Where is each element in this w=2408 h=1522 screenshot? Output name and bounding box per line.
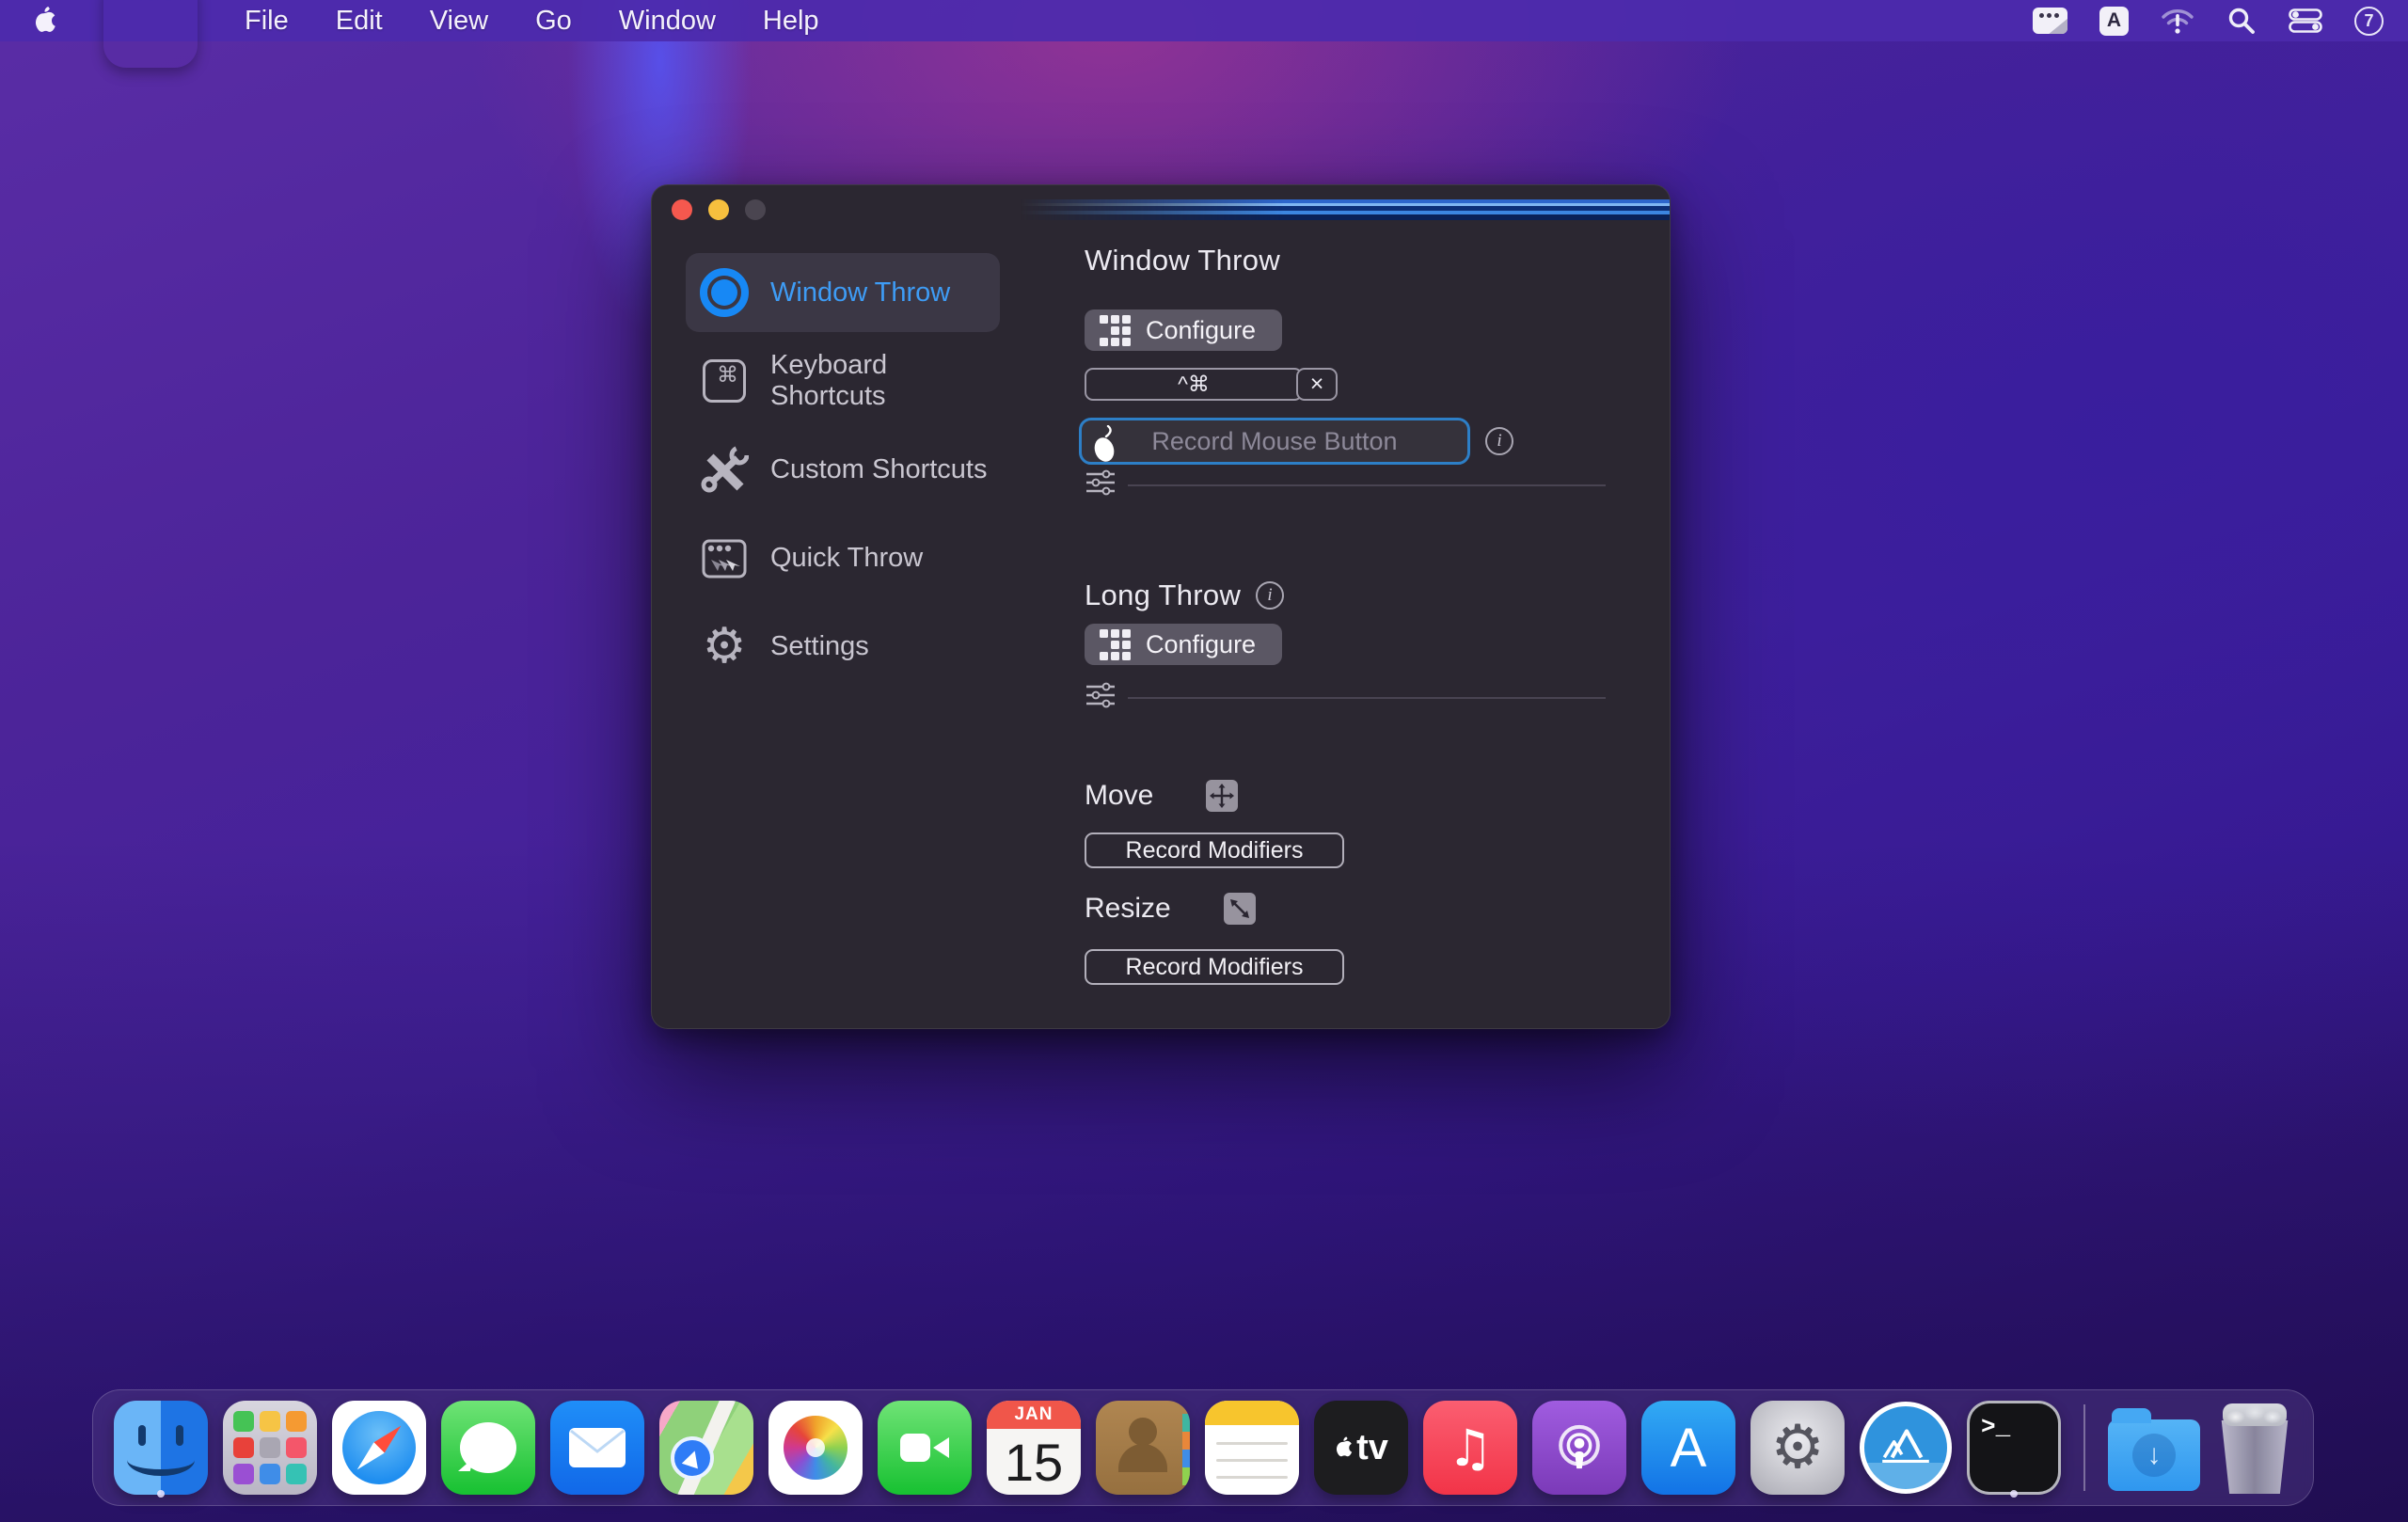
close-button[interactable] (672, 199, 692, 220)
sliders-icon[interactable] (1086, 682, 1115, 708)
menu-window[interactable]: Window (619, 6, 716, 37)
window-throw-heading: Window Throw (1085, 244, 1281, 277)
configure-button[interactable]: Configure (1085, 309, 1283, 351)
zoom-button-disabled (745, 199, 766, 220)
menu-bar-left: Finder File Edit View Go Window Help (0, 0, 819, 68)
move-record-modifiers-button[interactable]: Record Modifiers (1085, 832, 1344, 868)
sidebar-item-custom-shortcuts[interactable]: Custom Shortcuts (686, 430, 1000, 509)
resize-row: Resize (1085, 893, 1256, 925)
dock-notes-icon[interactable] (1205, 1399, 1299, 1497)
divider (1128, 697, 1606, 699)
sidebar-item-label: Settings (770, 630, 869, 661)
dock-podcasts-icon[interactable] (1532, 1399, 1626, 1497)
dock-separator (2083, 1404, 2085, 1491)
sidebar-item-label: Keyboard Shortcuts (770, 350, 888, 411)
desktop: Finder File Edit View Go Window Help A (0, 0, 2408, 1522)
sidebar: Window Throw ⌘ Keyboard Shortcuts Custom… (686, 253, 1000, 695)
command-key-icon: ⌘ (697, 354, 752, 408)
shortcut-field[interactable]: ^⌘ (1085, 368, 1303, 401)
dock-system-preferences-icon[interactable]: ⚙ (1751, 1399, 1845, 1497)
mountain-icon (1860, 1402, 1952, 1494)
shortcut-row: ^⌘ × (1085, 368, 1338, 401)
dock-maps-icon[interactable] (659, 1399, 753, 1497)
dock-calendar-icon[interactable]: JAN 15 (987, 1399, 1081, 1497)
dock-facetime-icon[interactable] (878, 1399, 972, 1497)
window-throw-icon (697, 265, 752, 320)
menu-file[interactable]: File (245, 6, 289, 37)
app-window: Window Throw ⌘ Keyboard Shortcuts Custom… (651, 184, 1671, 1029)
record-mouse-button-field[interactable]: Record Mouse Button (1079, 418, 1470, 465)
menu-go[interactable]: Go (535, 6, 572, 37)
dock-app-store-icon[interactable]: A (1641, 1399, 1735, 1497)
wrench-ruler-icon (697, 442, 752, 497)
sidebar-item-window-throw[interactable]: Window Throw (686, 253, 1000, 332)
dock-music-icon[interactable]: ♫ (1423, 1399, 1517, 1497)
sidebar-item-settings[interactable]: ⚙ Settings (686, 607, 1000, 686)
info-icon[interactable]: i (1256, 581, 1285, 610)
control-center-icon[interactable] (2289, 8, 2322, 33)
dock-finder-icon[interactable] (114, 1399, 208, 1497)
calendar-day: 15 (1004, 1432, 1064, 1492)
menu-bar-status: A 7 (2033, 6, 2408, 36)
sidebar-item-keyboard-shortcuts[interactable]: ⌘ Keyboard Shortcuts (686, 341, 1000, 420)
menu-finder[interactable]: Finder (103, 0, 198, 68)
grid-icon (1100, 314, 1131, 346)
menu-edit[interactable]: Edit (336, 6, 383, 37)
dock-photos-icon[interactable] (768, 1399, 863, 1497)
search-icon[interactable] (2226, 6, 2257, 36)
dock-apple-tv-icon[interactable]: tv (1314, 1399, 1408, 1497)
sliders-icon[interactable] (1086, 469, 1115, 496)
menu-view[interactable]: View (430, 6, 488, 37)
mouse-icon (1094, 425, 1115, 462)
wifi-warning-icon[interactable] (2161, 7, 2194, 35)
dock-window-app-icon[interactable] (1860, 1399, 1952, 1497)
quick-throw-icon (697, 531, 752, 585)
sidebar-item-label: Quick Throw (770, 542, 924, 573)
long-throw-configure-button[interactable]: Configure (1085, 624, 1283, 665)
dock: JAN 15 tv ♫ A ⚙ >_ ↓ (92, 1389, 2314, 1506)
dock-terminal-icon[interactable]: >_ (1967, 1399, 2061, 1497)
dock-contacts-icon[interactable] (1096, 1399, 1190, 1497)
clear-shortcut-button[interactable]: × (1296, 368, 1338, 401)
grid-icon (1100, 628, 1131, 660)
menu-bar: Finder File Edit View Go Window Help A (0, 0, 2408, 41)
apple-logo-small (1334, 1436, 1353, 1459)
resize-arrow-icon[interactable] (1223, 893, 1256, 925)
dock-safari-icon[interactable] (332, 1399, 426, 1497)
sidebar-item-label: Window Throw (770, 277, 951, 308)
download-arrow-icon: ↓ (2132, 1434, 2176, 1477)
long-throw-heading: Long Throw i (1085, 579, 1285, 612)
move-row: Move (1085, 780, 1239, 812)
move-arrows-icon[interactable] (1206, 780, 1239, 812)
divider (1128, 484, 1606, 486)
dock-trash-icon[interactable] (2215, 1399, 2294, 1497)
dock-launchpad-icon[interactable] (223, 1399, 317, 1497)
info-icon[interactable]: i (1485, 427, 1513, 455)
app-window-dots-icon[interactable] (2033, 8, 2067, 34)
main-content: Window Throw Configure ^⌘ × Record Mouse… (1079, 185, 1658, 1028)
minimize-button[interactable] (708, 199, 729, 220)
clock-icon[interactable]: 7 (2354, 6, 2384, 36)
dock-downloads-icon[interactable]: ↓ (2108, 1399, 2200, 1497)
calendar-month: JAN (987, 1401, 1081, 1429)
menu-help[interactable]: Help (763, 6, 819, 37)
input-source-icon[interactable]: A (2099, 6, 2129, 36)
traffic-lights (672, 199, 766, 220)
resize-label: Resize (1085, 893, 1171, 924)
sidebar-item-quick-throw[interactable]: Quick Throw (686, 518, 1000, 597)
dock-mail-icon[interactable] (550, 1399, 644, 1497)
resize-record-modifiers-button[interactable]: Record Modifiers (1085, 949, 1344, 985)
gear-icon: ⚙ (702, 618, 747, 674)
dock-messages-icon[interactable] (441, 1399, 535, 1497)
sidebar-item-label: Custom Shortcuts (770, 453, 988, 484)
move-label: Move (1085, 780, 1154, 811)
apple-menu-icon[interactable] (32, 7, 56, 35)
